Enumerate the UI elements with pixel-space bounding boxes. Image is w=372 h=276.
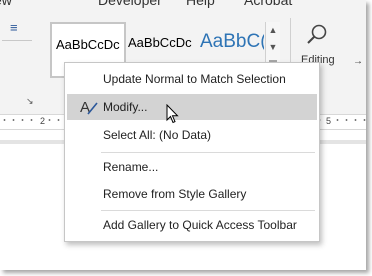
menu-item-remove-from-gallery[interactable]: Remove from Style Gallery — [67, 181, 317, 207]
tab-view[interactable]: ew — [0, 0, 12, 8]
menu-item-label: Add Gallery to Quick Access Toolbar — [103, 218, 297, 232]
menu-item-label: Update Normal to Match Selection — [103, 72, 286, 86]
indent-icon[interactable]: ≡ — [10, 20, 18, 35]
menu-item-label: Modify... — [103, 100, 148, 114]
menu-item-label: Select All: (No Data) — [103, 128, 212, 142]
menu-separator — [101, 210, 315, 211]
menu-item-update-normal[interactable]: Update Normal to Match Selection — [67, 66, 317, 92]
scroll-down-icon[interactable]: ▼ — [266, 39, 280, 56]
menu-item-label: Remove from Style Gallery — [103, 187, 247, 201]
menu-item-select-all[interactable]: Select All: (No Data) — [67, 122, 317, 148]
menu-item-rename[interactable]: Rename... — [67, 154, 317, 180]
style-tile-label: AaBbC( — [200, 31, 264, 52]
ruler-number: 2 — [38, 116, 48, 126]
scroll-up-icon[interactable]: ▲ — [266, 22, 280, 39]
mouse-pointer-icon — [166, 103, 180, 126]
menu-separator — [101, 152, 315, 153]
dialog-launcher-icon[interactable]: ↘ — [26, 96, 34, 107]
ribbon-divider-left — [2, 40, 32, 41]
style-tile-label: AaBbCcDc — [56, 37, 120, 52]
ruler-number: 5 — [324, 116, 334, 126]
tab-developer[interactable]: Developer — [98, 0, 162, 8]
modify-style-icon: A — [79, 97, 99, 117]
menu-item-add-to-quick-access[interactable]: Add Gallery to Quick Access Toolbar — [67, 212, 317, 238]
style-tile-label: AaBbCcDc — [128, 35, 192, 50]
ribbon-right-arrow-icon[interactable]: → — [353, 56, 363, 67]
menu-item-modify[interactable]: A Modify... — [67, 94, 317, 120]
magnifier-icon[interactable] — [304, 22, 330, 48]
tab-help[interactable]: Help — [186, 0, 215, 8]
menu-item-label: Rename... — [103, 160, 159, 174]
word-window: ew Developer Help Acrobat ≡ ↘ AaBbCcDc A… — [0, 0, 366, 270]
style-context-menu: Update Normal to Match Selection A Modif… — [64, 62, 320, 242]
tab-acrobat[interactable]: Acrobat — [244, 0, 292, 8]
